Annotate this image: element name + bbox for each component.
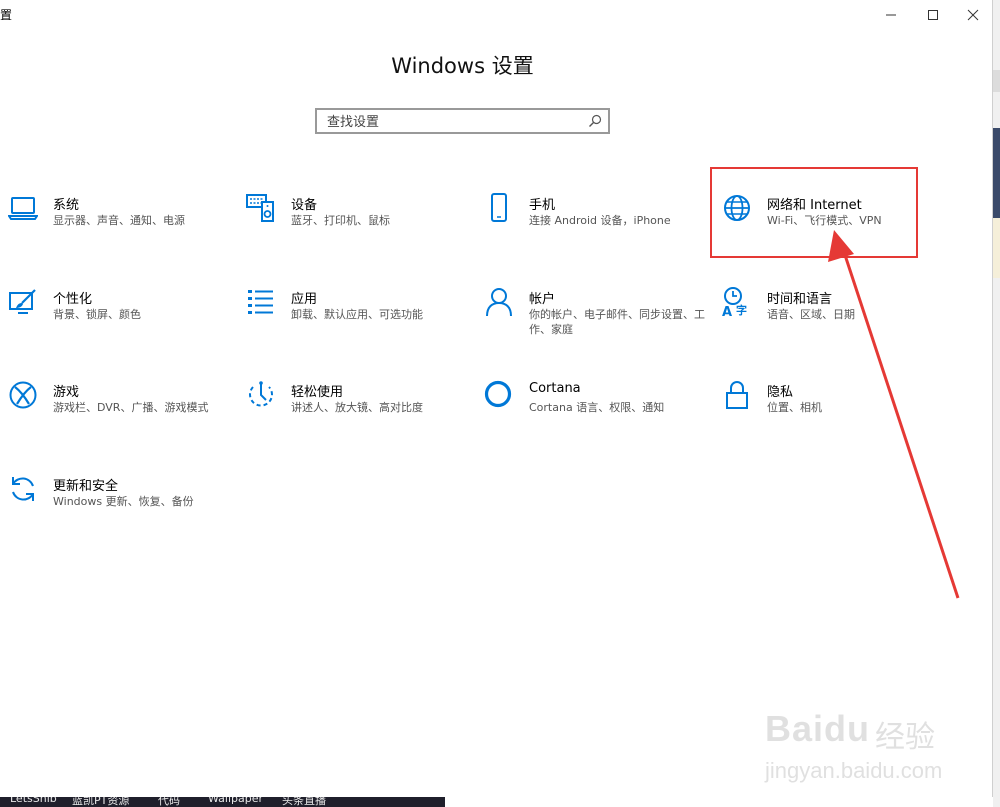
- taskbar-item[interactable]: 代码: [158, 797, 180, 807]
- tile-devices[interactable]: 设备 蓝牙、打印机、鼠标: [246, 193, 476, 263]
- background-window-edge: [993, 0, 1000, 807]
- tile-label: 设备: [291, 198, 318, 213]
- tile-desc: 游戏栏、DVR、广播、游戏模式: [53, 401, 209, 414]
- tile-label: 个性化: [53, 292, 93, 307]
- watermark-brand: Baidu: [765, 708, 871, 749]
- tile-desc: Windows 更新、恢复、备份: [53, 495, 194, 508]
- title-bar[interactable]: 置: [0, 0, 992, 30]
- watermark-product: 经验: [875, 720, 935, 755]
- tile-accounts[interactable]: 帐户 你的帐户、电子邮件、同步设置、工作、家庭: [484, 287, 714, 357]
- keyboard-speaker-icon: [246, 194, 274, 222]
- window-title: 置: [0, 8, 13, 22]
- settings-window: 置 Windows 设置 系统 显示器、声音、通知、电源: [0, 0, 993, 797]
- annotation-arrow: [828, 230, 960, 599]
- tile-personalization[interactable]: 个性化 背景、锁屏、颜色: [8, 287, 238, 357]
- taskbar: LetsShib 蓝凯PT资源 代码 Wallpaper 头条直播: [0, 797, 445, 807]
- search-box[interactable]: [315, 108, 610, 134]
- tile-label: 游戏: [53, 385, 80, 400]
- xbox-icon: [9, 381, 37, 409]
- tile-label: 手机: [529, 198, 556, 213]
- sync-icon: [12, 477, 34, 501]
- tile-desc: 连接 Android 设备，iPhone: [529, 214, 671, 227]
- taskbar-item[interactable]: LetsShib: [10, 797, 57, 805]
- list-icon: [248, 290, 273, 314]
- watermark: Baidu 经验 jingyan.baidu.com: [765, 700, 985, 800]
- tile-label: 隐私: [767, 385, 794, 400]
- lock-icon: [726, 381, 748, 409]
- ease-of-access-icon: [249, 381, 273, 407]
- tile-label: 轻松使用: [291, 385, 344, 400]
- tile-desc: 你的帐户、电子邮件、同步设置、工作、家庭: [529, 308, 705, 336]
- page-title: Windows 设置: [391, 54, 534, 78]
- search-input[interactable]: [325, 112, 584, 132]
- bg-block: [993, 218, 1000, 278]
- minimize-button[interactable]: [868, 0, 914, 30]
- bg-block: [993, 128, 1000, 218]
- phone-icon: [491, 193, 507, 222]
- cortana-icon: [484, 380, 512, 408]
- tile-desc: 背景、锁屏、颜色: [53, 308, 141, 321]
- tile-label: Cortana: [529, 381, 581, 396]
- close-icon: [967, 9, 979, 21]
- tile-desc: 显示器、声音、通知、电源: [53, 214, 185, 227]
- tile-desc: Cortana 语言、权限、通知: [529, 401, 665, 414]
- watermark-url: jingyan.baidu.com: [765, 758, 943, 783]
- taskbar-item[interactable]: Wallpaper: [208, 797, 263, 805]
- svg-text:A: A: [722, 305, 732, 317]
- tile-apps[interactable]: 应用 卸载、默认应用、可选功能: [246, 287, 476, 357]
- tile-ease-of-access[interactable]: 轻松使用 讲述人、放大镜、高对比度: [246, 380, 476, 450]
- tile-desc: 卸载、默认应用、可选功能: [291, 308, 423, 321]
- close-button[interactable]: [950, 0, 996, 30]
- tile-gaming[interactable]: 游戏 游戏栏、DVR、广播、游戏模式: [8, 380, 238, 450]
- time-language-icon: A 字: [722, 287, 747, 317]
- minimize-icon: [886, 14, 896, 16]
- tile-label: 更新和安全: [53, 479, 119, 494]
- tile-update-security[interactable]: 更新和安全 Windows 更新、恢复、备份: [8, 474, 238, 544]
- paint-icon: [9, 289, 36, 314]
- maximize-icon: [928, 10, 938, 20]
- tile-phone[interactable]: 手机 连接 Android 设备，iPhone: [484, 193, 714, 263]
- tile-cortana[interactable]: Cortana Cortana 语言、权限、通知: [484, 380, 714, 450]
- person-icon: [486, 288, 512, 317]
- tile-desc: 蓝牙、打印机、鼠标: [291, 214, 390, 227]
- tile-desc: 讲述人、放大镜、高对比度: [291, 401, 423, 414]
- taskbar-item[interactable]: 蓝凯PT资源: [72, 797, 129, 807]
- tile-label: 帐户: [529, 292, 556, 307]
- tile-label: 应用: [291, 292, 318, 307]
- bg-block: [993, 70, 1000, 92]
- tile-system[interactable]: 系统 显示器、声音、通知、电源: [8, 193, 238, 263]
- svg-text:字: 字: [736, 303, 747, 317]
- tile-label: 系统: [53, 198, 80, 213]
- taskbar-item[interactable]: 头条直播: [282, 797, 326, 807]
- laptop-icon: [8, 197, 38, 220]
- search-icon[interactable]: [588, 114, 602, 128]
